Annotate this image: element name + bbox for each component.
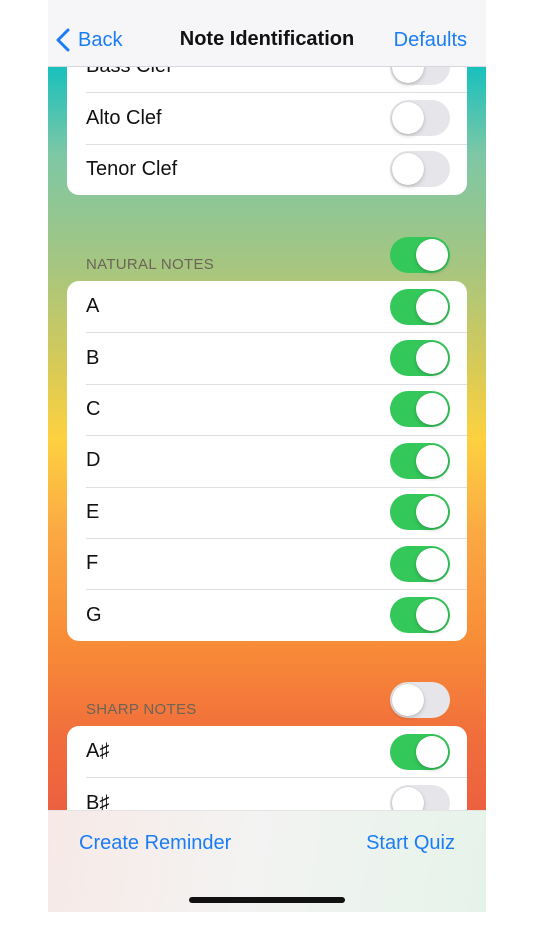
toggle-knob — [392, 66, 424, 83]
toggle-knob — [416, 239, 448, 271]
chevron-left-icon — [56, 28, 70, 52]
natural-notes-header: NATURAL NOTES — [86, 256, 215, 273]
tenor-clef-toggle[interactable] — [390, 151, 450, 188]
note-b-toggle[interactable] — [390, 340, 450, 377]
row-label: A — [86, 295, 100, 318]
note-c-toggle[interactable] — [390, 391, 450, 428]
list-item: B — [67, 332, 467, 383]
toggle-knob — [416, 342, 448, 375]
toggle-knob — [416, 444, 448, 477]
note-b-sharp-toggle[interactable] — [390, 785, 450, 810]
bass-clef-toggle[interactable] — [390, 66, 450, 85]
row-label: Alto Clef — [86, 106, 162, 129]
sharp-notes-card: A♯ B♯ — [67, 726, 467, 810]
defaults-button[interactable]: Defaults — [394, 29, 467, 52]
list-item: E — [67, 486, 467, 538]
row-label: B — [86, 346, 100, 369]
toggle-knob — [392, 153, 424, 186]
list-item: A♯ — [67, 726, 467, 777]
toggle-knob — [392, 684, 424, 716]
row-label: D — [86, 449, 101, 472]
list-item: D — [67, 435, 467, 486]
navigation-bar: Back Note Identification Defaults — [48, 0, 486, 67]
toggle-knob — [416, 290, 448, 323]
create-reminder-button[interactable]: Create Reminder — [79, 832, 231, 855]
start-quiz-button[interactable]: Start Quiz — [366, 832, 455, 855]
toggle-knob — [416, 393, 448, 426]
note-a-sharp-toggle[interactable] — [390, 733, 450, 770]
list-item: Alto Clef — [67, 92, 467, 143]
note-f-toggle[interactable] — [390, 545, 450, 582]
toggle-knob — [392, 102, 424, 135]
note-a-toggle[interactable] — [390, 288, 450, 325]
list-item: F — [67, 537, 467, 589]
list-item: G — [67, 589, 467, 640]
clef-card: Bass Clef Alto Clef Tenor Clef — [67, 66, 467, 196]
toggle-knob — [392, 787, 424, 810]
list-item: A — [67, 281, 467, 332]
row-label: Bass Clef — [86, 66, 172, 78]
natural-notes-card: A B C D E F G — [67, 281, 467, 641]
phone-screen: Bass Clef Alto Clef Tenor Clef NATURAL N… — [48, 0, 486, 912]
bottom-toolbar: Create Reminder Start Quiz — [48, 810, 486, 912]
list-item: Tenor Clef — [67, 143, 467, 195]
row-label: G — [86, 603, 102, 626]
row-label: F — [86, 552, 99, 575]
row-label: E — [86, 500, 100, 523]
toggle-knob — [416, 547, 448, 580]
note-e-toggle[interactable] — [390, 494, 450, 531]
row-label: A♯ — [86, 740, 110, 763]
row-label: C — [86, 397, 101, 420]
note-g-toggle[interactable] — [390, 597, 450, 634]
sharp-notes-header: SHARP NOTES — [86, 701, 197, 718]
toggle-knob — [416, 735, 448, 768]
alto-clef-toggle[interactable] — [390, 100, 450, 137]
list-item: Bass Clef — [67, 66, 467, 92]
back-button[interactable]: Back — [56, 24, 122, 56]
toggle-knob — [416, 496, 448, 529]
settings-scroll-view[interactable]: Bass Clef Alto Clef Tenor Clef NATURAL N… — [48, 66, 486, 810]
list-item: C — [67, 383, 467, 435]
list-item: B♯ — [67, 777, 467, 810]
sharp-notes-master-toggle[interactable] — [390, 682, 450, 718]
home-indicator[interactable] — [189, 897, 345, 903]
back-label: Back — [78, 28, 123, 51]
row-label: B♯ — [86, 791, 110, 810]
note-d-toggle[interactable] — [390, 442, 450, 479]
natural-notes-master-toggle[interactable] — [390, 237, 450, 273]
toggle-knob — [416, 599, 448, 632]
row-label: Tenor Clef — [86, 157, 178, 180]
